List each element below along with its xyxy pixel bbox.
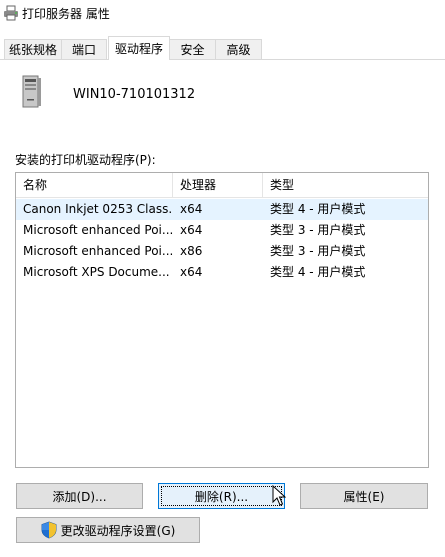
driver-processor: x64 bbox=[180, 223, 203, 237]
driver-type: 类型 4 - 用户模式 bbox=[270, 265, 366, 279]
driver-name: Microsoft enhanced Poi... bbox=[23, 223, 173, 237]
list-item[interactable]: Microsoft enhanced Poi... x86 类型 3 - 用户模… bbox=[16, 241, 428, 262]
drivers-list[interactable]: 名称 处理器 类型 Canon Inkjet 0253 Class... x64… bbox=[15, 172, 429, 468]
driver-type: 类型 3 - 用户模式 bbox=[270, 244, 366, 258]
list-item[interactable]: Microsoft XPS Docume... x64 类型 4 - 用户模式 bbox=[16, 262, 428, 283]
add-driver-button[interactable]: 添加(D)... bbox=[16, 483, 143, 509]
remove-driver-label: 删除(R)... bbox=[194, 489, 249, 504]
remove-driver-button[interactable]: 删除(R)... bbox=[158, 483, 285, 509]
column-header-name[interactable]: 名称 bbox=[16, 173, 173, 197]
column-header-type[interactable]: 类型 bbox=[263, 173, 403, 197]
driver-type: 类型 4 - 用户模式 bbox=[270, 202, 366, 216]
drivers-list-label: 安装的打印机驱动程序(P): bbox=[15, 153, 156, 167]
change-driver-settings-button[interactable]: 更改驱动程序设置(G) bbox=[16, 517, 200, 543]
mouse-pointer-icon bbox=[272, 485, 286, 506]
driver-properties-button[interactable]: 属性(E) bbox=[300, 483, 428, 509]
driver-name: Canon Inkjet 0253 Class... bbox=[23, 202, 173, 216]
window-title: 打印服务器 属性 bbox=[22, 7, 110, 21]
column-header-processor[interactable]: 处理器 bbox=[173, 173, 263, 197]
server-tower-icon bbox=[22, 75, 41, 108]
tab-drivers[interactable]: 驱动程序 bbox=[108, 36, 170, 60]
driver-processor: x64 bbox=[180, 202, 203, 216]
tab-ports[interactable]: 端口 bbox=[61, 39, 107, 59]
printer-icon bbox=[4, 5, 18, 21]
tab-strip: 纸张规格 端口 驱动程序 安全 高级 bbox=[0, 36, 445, 60]
server-name: WIN10-710101312 bbox=[73, 87, 196, 102]
driver-processor: x64 bbox=[180, 265, 203, 279]
tab-security[interactable]: 安全 bbox=[169, 39, 216, 59]
change-driver-settings-label: 更改驱动程序设置(G) bbox=[60, 523, 176, 538]
driver-name: Microsoft XPS Docume... bbox=[23, 265, 170, 279]
tab-forms[interactable]: 纸张规格 bbox=[4, 39, 62, 59]
list-item[interactable]: Microsoft enhanced Poi... x64 类型 3 - 用户模… bbox=[16, 220, 428, 241]
uac-shield-icon bbox=[41, 521, 57, 539]
tab-advanced[interactable]: 高级 bbox=[215, 39, 262, 59]
driver-name: Microsoft enhanced Poi... bbox=[23, 244, 173, 258]
driver-processor: x86 bbox=[180, 244, 203, 258]
driver-type: 类型 3 - 用户模式 bbox=[270, 223, 366, 237]
list-item[interactable]: Canon Inkjet 0253 Class... x64 类型 4 - 用户… bbox=[16, 199, 428, 220]
title-bar: 打印服务器 属性 bbox=[0, 0, 445, 28]
drivers-list-header: 名称 处理器 类型 bbox=[16, 173, 428, 198]
